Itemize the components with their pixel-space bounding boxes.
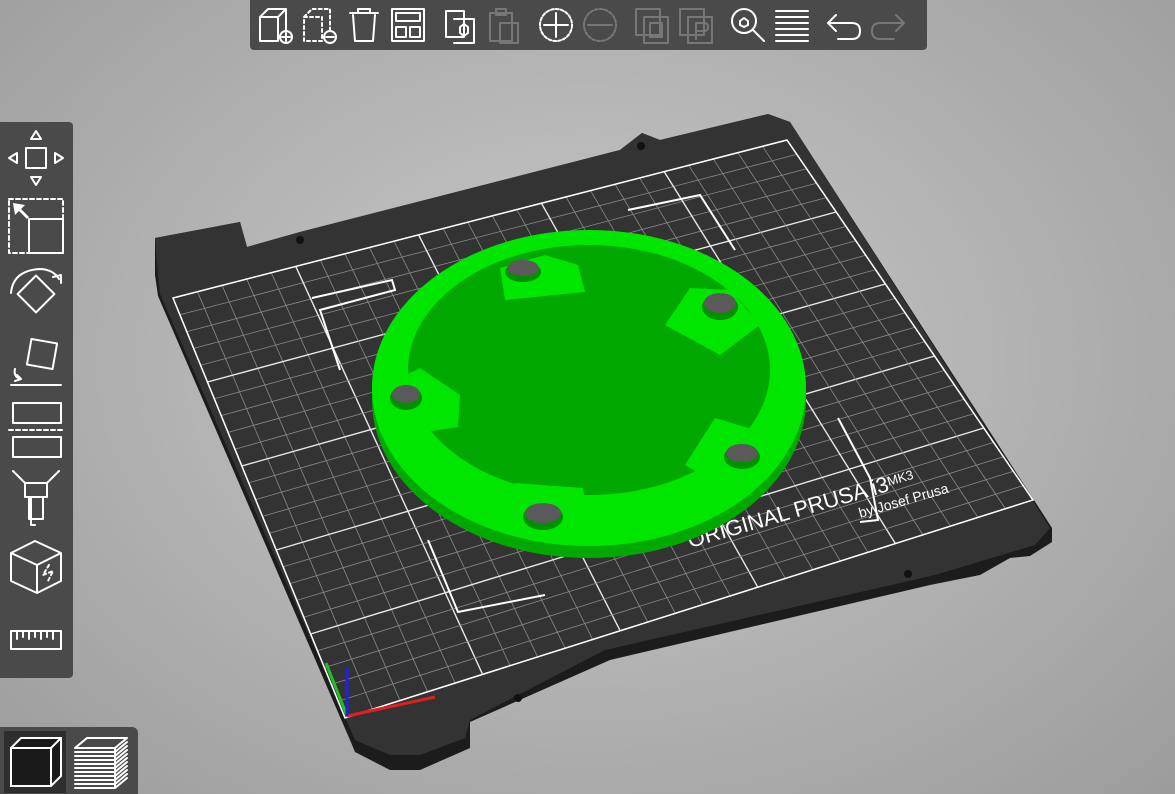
tab-preview[interactable] [70, 731, 132, 793]
split-to-parts-button[interactable] [674, 3, 718, 47]
rotate-button[interactable] [4, 262, 68, 326]
undo-button[interactable] [822, 3, 866, 47]
copy-button[interactable] [438, 3, 482, 47]
split-to-objects-icon [635, 8, 669, 44]
move-icon [8, 130, 64, 186]
preview-icon [74, 737, 128, 789]
redo-icon [871, 14, 905, 40]
rotate-icon [10, 268, 62, 314]
add-instance-button[interactable] [534, 3, 578, 47]
delete-all-button[interactable] [342, 3, 386, 47]
left-gizmo-toolbar [0, 122, 73, 678]
paste-icon [489, 8, 519, 44]
split-to-parts-icon [679, 8, 713, 44]
remove-instance-button[interactable] [578, 3, 622, 47]
delete-object-icon [303, 8, 337, 44]
search-icon [731, 8, 765, 42]
split-to-objects-button[interactable] [630, 3, 674, 47]
cut-button[interactable] [4, 398, 68, 462]
model-ring[interactable] [371, 229, 806, 559]
undo-icon [827, 14, 861, 40]
seam-painting-icon [10, 540, 62, 594]
scale-button[interactable] [4, 194, 68, 258]
arrange-button[interactable] [386, 3, 430, 47]
add-object-button[interactable] [254, 3, 298, 47]
move-button[interactable] [4, 126, 68, 190]
place-on-face-button[interactable] [4, 330, 68, 394]
delete-all-icon [349, 8, 379, 42]
3d-view-icon [10, 737, 62, 787]
tab-3d-view[interactable] [4, 731, 66, 793]
layers-editing-button[interactable] [770, 3, 814, 47]
add-object-icon [259, 8, 293, 44]
layers-editing-icon [775, 10, 809, 42]
paint-supports-icon [12, 470, 60, 526]
3d-viewport[interactable]: ORIGINAL PRUSA i3 MK3 by Josef Prusa [0, 0, 1175, 794]
seam-painting-button[interactable] [4, 534, 68, 598]
search-button[interactable] [726, 3, 770, 47]
paint-supports-button[interactable] [4, 466, 68, 530]
place-on-face-icon [10, 337, 62, 386]
add-instance-icon [539, 8, 573, 42]
delete-object-button[interactable] [298, 3, 342, 47]
remove-instance-icon [583, 8, 617, 42]
view-tabs [0, 727, 138, 794]
cut-icon [8, 402, 64, 458]
top-toolbar [250, 0, 927, 50]
paste-button[interactable] [482, 3, 526, 47]
measure-icon [10, 630, 62, 650]
scale-icon [8, 198, 64, 254]
copy-icon [445, 10, 475, 44]
measure-button[interactable] [4, 608, 68, 672]
redo-button[interactable] [866, 3, 910, 47]
arrange-icon [391, 8, 425, 42]
